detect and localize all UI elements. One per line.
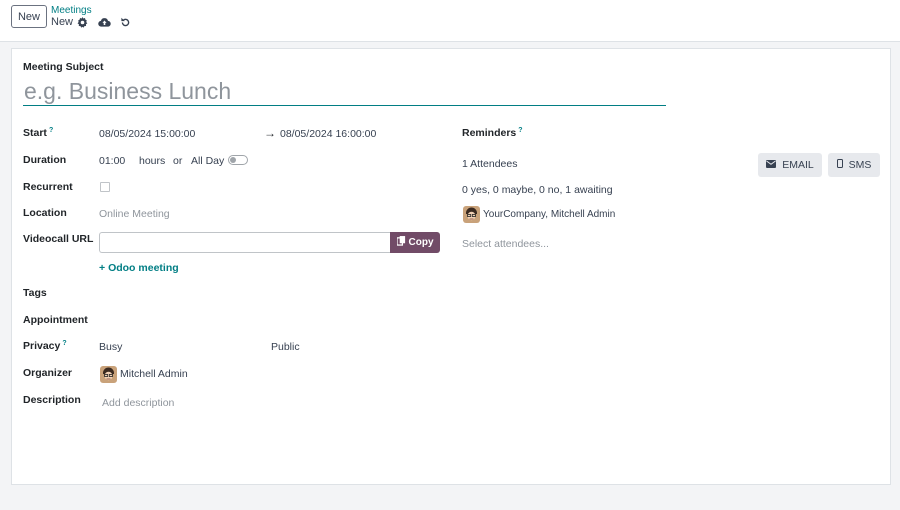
show-as-field[interactable]: Busy (99, 341, 122, 353)
mobile-icon (836, 159, 843, 171)
odoo-meeting-label: Odoo meeting (108, 262, 179, 274)
stop-date-field[interactable]: 08/05/2024 16:00:00 (280, 128, 376, 140)
meeting-subject-label: Meeting Subject (23, 61, 104, 73)
sms-label: SMS (848, 159, 872, 171)
privacy-field[interactable]: Public (271, 341, 300, 353)
videocall-url-input[interactable] (99, 232, 390, 253)
attendee-name[interactable]: YourCompany, Mitchell Admin (483, 209, 615, 220)
organizer-field[interactable]: Mitchell Admin (120, 368, 188, 380)
breadcrumb-current: New (51, 16, 74, 28)
description-field[interactable]: Add description (102, 397, 174, 409)
privacy-label: Privacy? (23, 340, 67, 352)
duration-unit: hours (139, 155, 166, 167)
plus-icon: + (99, 262, 106, 274)
tags-label: Tags (23, 287, 47, 299)
avatar (100, 366, 117, 383)
select-attendees-input[interactable]: Select attendees... (462, 238, 549, 250)
description-label: Description (23, 394, 81, 406)
organizer-label: Organizer (23, 367, 73, 379)
form-sheet: Meeting Subject e.g. Business Lunch Star… (11, 48, 891, 485)
gear-icon[interactable] (75, 15, 89, 29)
or-text: or (173, 155, 183, 167)
location-label: Location (23, 207, 67, 219)
start-label: Start? (23, 127, 54, 139)
odoo-meeting-link[interactable]: + Odoo meeting (99, 262, 179, 274)
copy-button[interactable]: Copy (390, 232, 440, 253)
attendees-status: 0 yes, 0 maybe, 0 no, 1 awaiting (462, 184, 613, 196)
sms-button[interactable]: SMS (828, 153, 880, 177)
videocall-label: Videocall URL (23, 233, 94, 245)
attendees-count: 1 Attendees (462, 158, 518, 170)
start-help-icon[interactable]: ? (49, 127, 53, 134)
control-panel: New Meetings New (0, 0, 900, 42)
duration-field[interactable]: 01:00 (99, 155, 125, 167)
allday-toggle[interactable] (228, 155, 248, 165)
privacy-help-icon[interactable]: ? (62, 340, 66, 347)
location-field[interactable]: Online Meeting (99, 208, 170, 220)
email-button[interactable]: EMAIL (758, 153, 822, 177)
email-label: EMAIL (782, 159, 814, 171)
duration-label: Duration (23, 154, 67, 166)
reminders-help-icon[interactable]: ? (518, 127, 522, 134)
discard-icon[interactable] (118, 15, 132, 29)
cloud-upload-icon[interactable] (97, 15, 111, 29)
allday-label: All Day (191, 155, 225, 167)
envelope-icon (766, 159, 777, 171)
appointment-label: Appointment (23, 314, 88, 326)
arrow-right-icon: → (264, 126, 276, 140)
attendee-avatar (463, 206, 480, 223)
meeting-subject-input[interactable]: e.g. Business Lunch (23, 76, 666, 106)
reminders-label: Reminders? (462, 127, 523, 139)
copy-icon (395, 236, 406, 249)
new-button[interactable]: New (11, 5, 47, 28)
recurrent-label: Recurrent (23, 181, 73, 193)
recurrent-checkbox[interactable] (100, 182, 110, 192)
copy-label: Copy (408, 237, 434, 248)
start-date-field[interactable]: 08/05/2024 15:00:00 (99, 128, 195, 140)
